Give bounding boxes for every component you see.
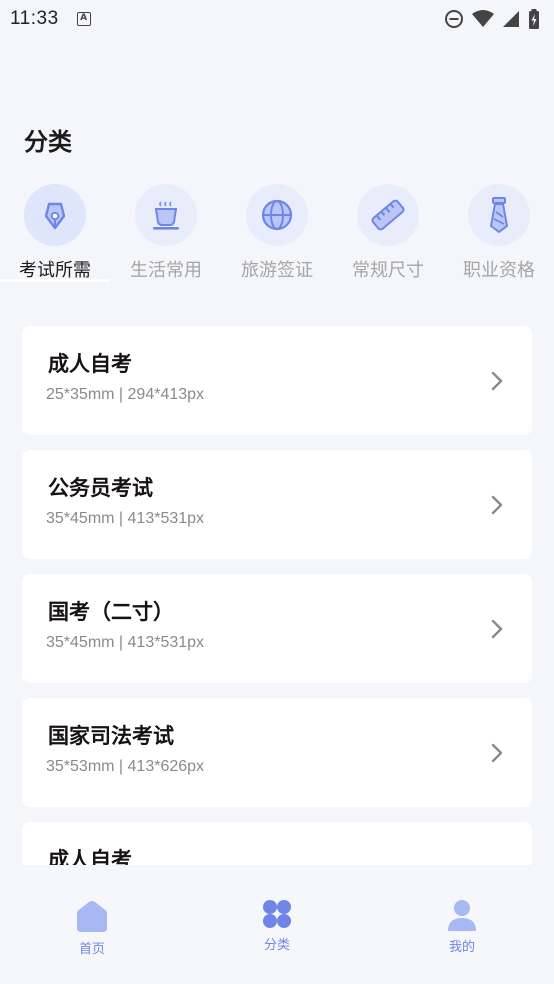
tab-mine[interactable]: 我的 bbox=[422, 898, 502, 955]
active-tab-underline bbox=[0, 279, 110, 282]
item-spec: 35*53mm | 413*626px bbox=[46, 758, 205, 775]
home-icon bbox=[77, 901, 107, 932]
category-tabs: 考试所需 生活常用 旅游签证 常规尺寸 职业资格 bbox=[0, 184, 554, 284]
list-item[interactable]: 成人自考 bbox=[22, 822, 532, 865]
status-time: 11:33 bbox=[10, 8, 59, 29]
status-bar: 11:33 A bbox=[0, 0, 554, 38]
wifi-icon bbox=[472, 10, 494, 27]
item-title: 成人自考 bbox=[48, 848, 132, 865]
category-grid-icon bbox=[263, 900, 291, 928]
item-spec: 35*45mm | 413*531px bbox=[46, 510, 205, 527]
list-item[interactable]: 成人自考 25*35mm | 294*413px bbox=[22, 326, 532, 435]
category-tab-visa[interactable]: 旅游签证 bbox=[222, 184, 332, 282]
bottom-tab-bar: 首页 分类 我的 bbox=[0, 866, 554, 984]
tab-label: 分类 bbox=[263, 938, 290, 953]
item-title: 成人自考 bbox=[48, 352, 132, 376]
globe-icon bbox=[261, 199, 293, 231]
tie-icon bbox=[490, 197, 508, 233]
battery-icon bbox=[529, 9, 539, 29]
item-spec: 25*35mm | 294*413px bbox=[46, 386, 205, 403]
tab-category[interactable]: 分类 bbox=[237, 898, 317, 953]
category-tab-daily[interactable]: 生活常用 bbox=[111, 184, 221, 282]
list-item[interactable]: 公务员考试 35*45mm | 413*531px bbox=[22, 450, 532, 559]
category-label: 生活常用 bbox=[130, 260, 202, 281]
item-title: 公务员考试 bbox=[48, 476, 153, 500]
ruler-icon bbox=[371, 199, 405, 231]
user-icon bbox=[448, 900, 476, 931]
category-tab-career[interactable]: 职业资格 bbox=[444, 184, 554, 282]
category-tab-size[interactable]: 常规尺寸 bbox=[333, 184, 443, 282]
category-label: 职业资格 bbox=[463, 260, 535, 281]
tab-label: 首页 bbox=[78, 942, 105, 957]
list-item[interactable]: 国考（二寸） 35*45mm | 413*531px bbox=[22, 574, 532, 683]
item-title: 国考（二寸） bbox=[48, 600, 174, 624]
status-icons bbox=[444, 9, 540, 29]
tab-home[interactable]: 首页 bbox=[52, 898, 132, 957]
do-not-disturb-icon bbox=[445, 10, 463, 28]
item-title: 国家司法考试 bbox=[48, 724, 174, 748]
chevron-right-icon bbox=[491, 743, 503, 763]
list-item[interactable]: 国家司法考试 35*53mm | 413*626px bbox=[22, 698, 532, 807]
notification-icon: A bbox=[76, 12, 91, 26]
coffee-cup-icon bbox=[153, 201, 179, 230]
category-tab-exam[interactable]: 考试所需 bbox=[0, 184, 110, 282]
category-label: 常规尺寸 bbox=[352, 260, 424, 281]
pen-nib-icon bbox=[44, 202, 66, 230]
page-title: 分类 bbox=[24, 128, 72, 156]
item-spec: 35*45mm | 413*531px bbox=[46, 634, 205, 651]
spec-list: 成人自考 25*35mm | 294*413px 公务员考试 35*45mm |… bbox=[22, 326, 532, 865]
chevron-right-icon bbox=[491, 619, 503, 639]
chevron-right-icon bbox=[491, 371, 503, 391]
chevron-right-icon bbox=[491, 495, 503, 515]
category-label: 旅游签证 bbox=[241, 260, 313, 281]
tab-label: 我的 bbox=[448, 940, 475, 955]
signal-icon bbox=[503, 11, 519, 27]
